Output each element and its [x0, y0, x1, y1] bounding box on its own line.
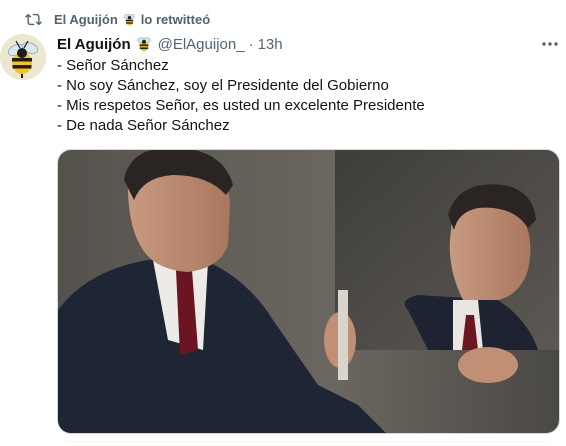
author-handle[interactable]: @ElAguijon_ — [158, 36, 245, 53]
more-icon[interactable] — [540, 36, 560, 52]
bee-icon — [137, 37, 151, 52]
retweet-label: lo retwitteó — [140, 11, 211, 27]
tweet-media[interactable] — [57, 149, 560, 434]
bee-avatar-icon — [0, 34, 46, 80]
bee-icon — [123, 13, 135, 25]
separator: · — [248, 35, 254, 53]
author-name[interactable]: El Aguijón — [57, 36, 131, 53]
retweet-header[interactable]: El Aguijón lo retwitteó — [25, 9, 210, 29]
tweet-time[interactable]: 13h — [258, 36, 283, 53]
tweet-line: - Mis respetos Señor, es usted un excele… — [57, 97, 425, 114]
tweet-text: - Señor Sánchez - No soy Sánchez, soy el… — [57, 56, 537, 136]
retweeter-name[interactable]: El Aguijón — [54, 12, 118, 27]
retweet-icon — [25, 13, 42, 25]
tweet-line: - De nada Señor Sánchez — [57, 117, 230, 134]
photo-man-holding-mirror — [58, 150, 559, 433]
tweet-line: - Señor Sánchez — [57, 57, 169, 74]
tweet-line: - No soy Sánchez, soy el Presidente del … — [57, 77, 389, 94]
divider — [66, 441, 546, 442]
tweet-header: El Aguijón @ElAguijon_ · 13h — [57, 34, 283, 54]
avatar[interactable] — [0, 34, 46, 80]
